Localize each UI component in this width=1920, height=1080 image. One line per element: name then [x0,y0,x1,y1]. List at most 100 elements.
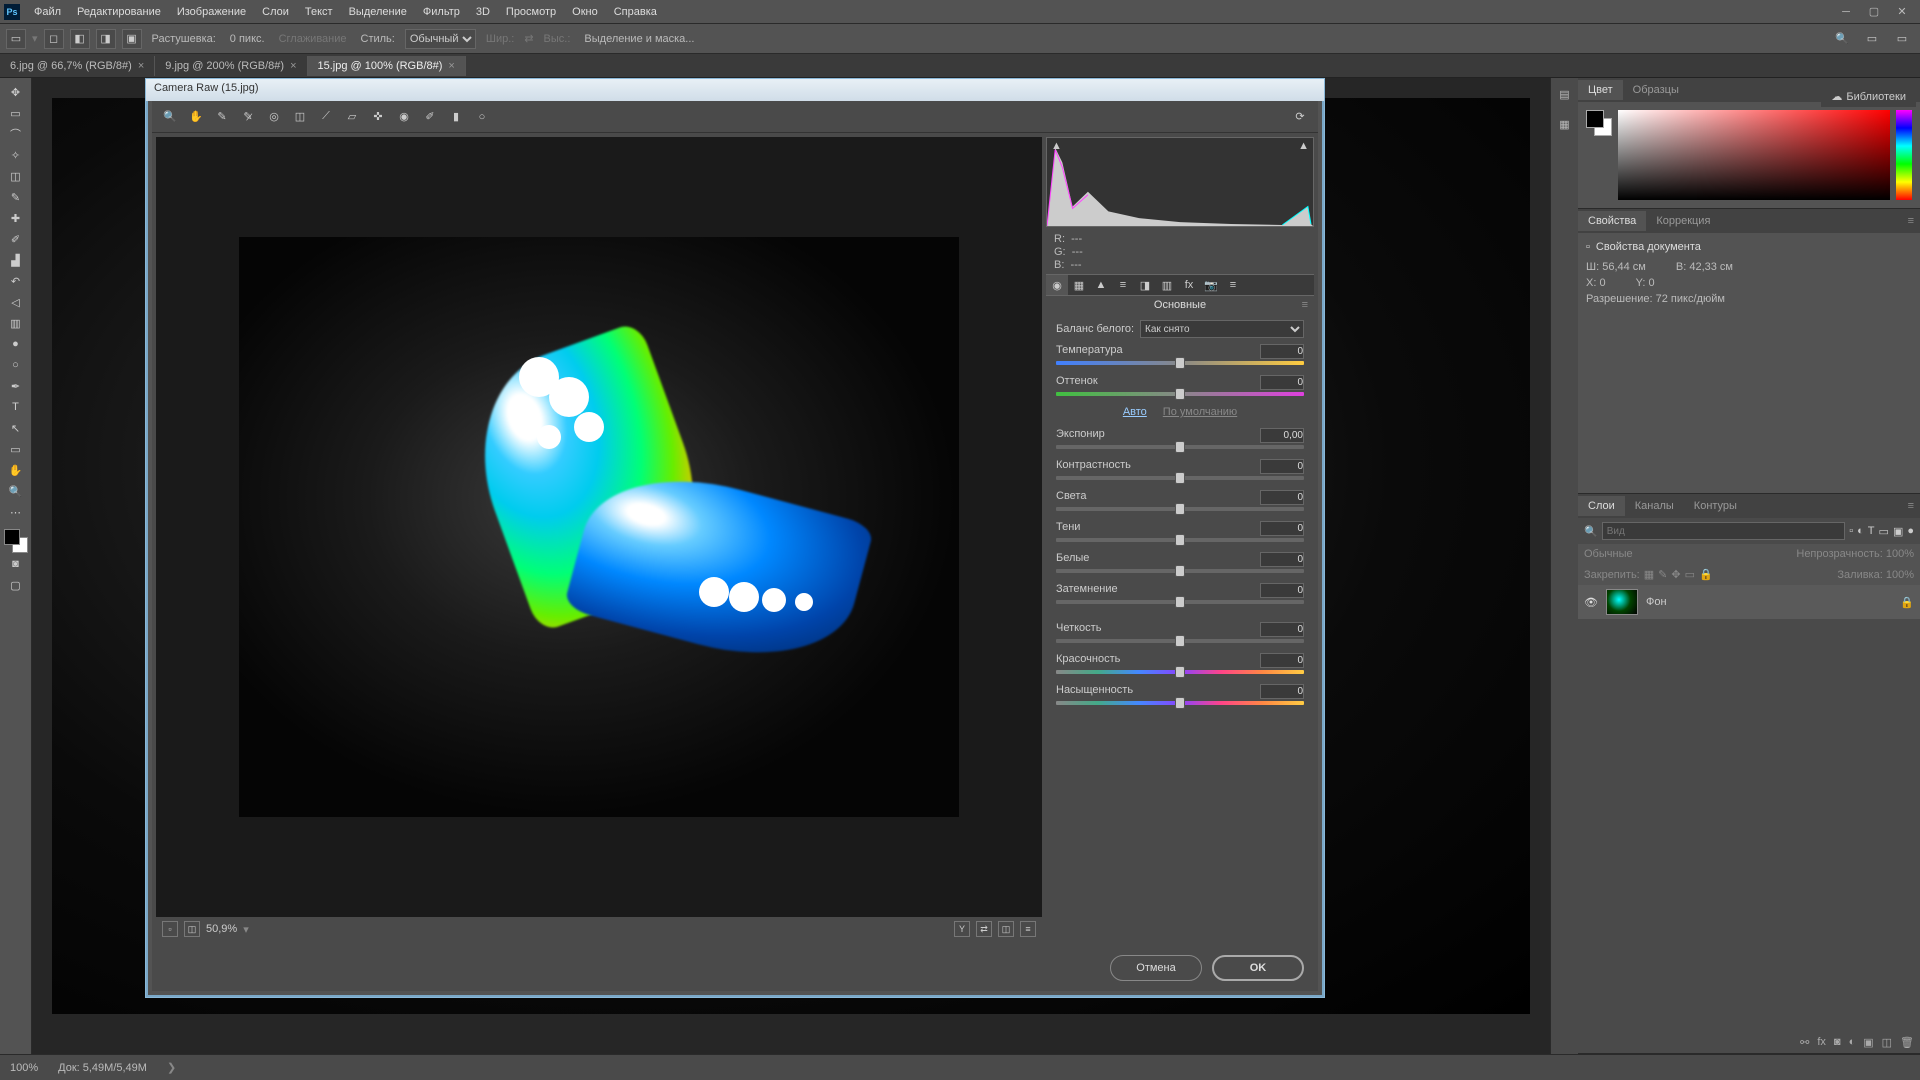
highlight-clip-icon[interactable]: ▲ [1298,140,1309,152]
color-picker[interactable] [1618,110,1890,200]
ok-button[interactable]: OK [1212,955,1304,981]
menu-image[interactable]: Изображение [169,2,254,22]
search-icon[interactable]: 🔍 [1830,27,1854,51]
subtract-selection-icon[interactable]: ◨ [96,29,116,49]
menu-3d[interactable]: 3D [468,2,498,22]
style-select[interactable]: Обычный [405,29,476,49]
cr-before-after-icon[interactable]: Y [954,921,970,937]
blur-tool-icon[interactable]: ● [3,334,29,354]
layer-thumbnail[interactable] [1606,589,1638,615]
fg-bg-swatch[interactable] [1586,110,1612,136]
cr-zoom-tool-icon[interactable]: 🔍 [158,105,182,129]
menu-view[interactable]: Просмотр [498,2,564,22]
exposure-input[interactable] [1260,428,1304,443]
layer-name[interactable]: Фон [1646,596,1667,608]
marquee-tool-icon[interactable]: ▭ [6,29,26,49]
lock-pixels-icon[interactable]: ✎ [1658,568,1667,581]
cr-copy-icon[interactable]: ◫ [998,921,1014,937]
tab-adjustments[interactable]: Коррекция [1646,211,1720,231]
doc-tab-1[interactable]: 6.jpg @ 66,7% (RGB/8#)× [0,56,155,76]
saturation-slider[interactable] [1056,701,1304,705]
healing-tool-icon[interactable]: ✚ [3,208,29,228]
delete-icon[interactable]: 🗑 [1900,1036,1914,1049]
cr-menu-icon[interactable]: ≡ [1020,921,1036,937]
cr-swap-icon[interactable]: ⇄ [976,921,992,937]
cr-preview-image[interactable] [156,137,1042,917]
tab-layers[interactable]: Слои [1578,496,1625,516]
cr-crop-tool-icon[interactable]: ◫ [288,105,312,129]
close-tab-icon[interactable]: × [448,60,454,72]
gradient-tool-icon[interactable]: ▥ [3,313,29,333]
mask-icon[interactable]: ◙ [1834,1036,1841,1049]
tab-paths[interactable]: Контуры [1684,496,1747,516]
tab-channels[interactable]: Каналы [1625,496,1684,516]
auto-link[interactable]: Авто [1123,406,1147,418]
shadows-slider[interactable] [1056,538,1304,542]
cr-radial-tool-icon[interactable]: ○ [470,105,494,129]
cr-hand-tool-icon[interactable]: ✋ [184,105,208,129]
brush-tool-icon[interactable]: ✐ [3,229,29,249]
hue-bar[interactable] [1896,110,1912,200]
marquee-tool-icon[interactable]: ▭ [3,103,29,123]
doc-tab-2[interactable]: 9.jpg @ 200% (RGB/8#)× [155,56,307,76]
tab-properties[interactable]: Свойства [1578,211,1646,231]
filter-smart-icon[interactable]: ▣ [1893,525,1903,538]
cr-rotate-icon[interactable]: ⟳ [1288,105,1312,129]
tab-color[interactable]: Цвет [1578,80,1623,100]
share-icon[interactable]: ▭ [1890,27,1914,51]
cr-basic-tab-icon[interactable]: ◉ [1046,275,1068,295]
cr-curve-tab-icon[interactable]: ▦ [1068,275,1090,295]
filter-text-icon[interactable]: T [1868,525,1875,537]
temp-input[interactable] [1260,344,1304,359]
new-layer-icon[interactable]: ◫ [1882,1036,1892,1049]
move-tool-icon[interactable]: ✥ [3,82,29,102]
blend-mode-select[interactable]: Обычные [1584,548,1633,560]
select-and-mask-button[interactable]: Выделение и маска... [584,33,694,45]
link-layers-icon[interactable]: ⚯ [1800,1036,1809,1049]
tint-slider[interactable] [1056,392,1304,396]
filter-shape-icon[interactable]: ▭ [1879,525,1889,538]
panel-menu-icon[interactable]: ≡ [1902,500,1920,512]
filter-icon[interactable]: 🔍 [1584,525,1598,538]
cr-view-split-icon[interactable]: ◫ [184,921,200,937]
cr-brush-tool-icon[interactable]: ✐ [418,105,442,129]
panel-menu-icon[interactable]: ≡ [1902,215,1920,227]
more-tools-icon[interactable]: ⋯ [3,502,29,522]
shadows-input[interactable] [1260,521,1304,536]
feather-value[interactable]: 0 пикс. [230,33,265,45]
libraries-tab[interactable]: ☁ Библиотеки [1821,86,1916,107]
wb-select[interactable]: Как снято [1140,320,1304,338]
dodge-tool-icon[interactable]: ○ [3,355,29,375]
histogram[interactable]: ▲ ▲ [1046,137,1314,227]
shape-tool-icon[interactable]: ▭ [3,439,29,459]
workspace-icon[interactable]: ▭ [1860,27,1884,51]
minimize-icon[interactable]: ─ [1832,2,1860,22]
filter-pixel-icon[interactable]: ▫ [1849,525,1853,537]
whites-slider[interactable] [1056,569,1304,573]
add-selection-icon[interactable]: ◧ [70,29,90,49]
group-icon[interactable]: ▣ [1863,1036,1873,1049]
cr-zoom-readout[interactable]: 50,9% [206,923,237,935]
menu-help[interactable]: Справка [606,2,665,22]
cr-split-tab-icon[interactable]: ◨ [1134,275,1156,295]
crop-tool-icon[interactable]: ◫ [3,166,29,186]
menu-filter[interactable]: Фильтр [415,2,468,22]
exposure-slider[interactable] [1056,445,1304,449]
adjustment-icon[interactable]: ◐ [1849,1036,1856,1049]
contrast-slider[interactable] [1056,476,1304,480]
quickmask-icon[interactable]: ◙ [3,554,29,574]
doc-tab-3[interactable]: 15.jpg @ 100% (RGB/8#)× [308,56,466,76]
lock-transparency-icon[interactable]: ▦ [1644,568,1654,581]
layer-filter-input[interactable] [1602,522,1846,540]
cr-fx-tab-icon[interactable]: fx [1178,275,1200,295]
menu-select[interactable]: Выделение [341,2,415,22]
clarity-input[interactable] [1260,622,1304,637]
tint-input[interactable] [1260,375,1304,390]
text-tool-icon[interactable]: T [3,397,29,417]
temp-slider[interactable] [1056,361,1304,365]
vibrance-slider[interactable] [1056,670,1304,674]
lock-artboard-icon[interactable]: ▭ [1685,568,1695,581]
contrast-input[interactable] [1260,459,1304,474]
stamp-tool-icon[interactable]: ▟ [3,250,29,270]
visibility-icon[interactable]: 👁 [1584,596,1598,609]
